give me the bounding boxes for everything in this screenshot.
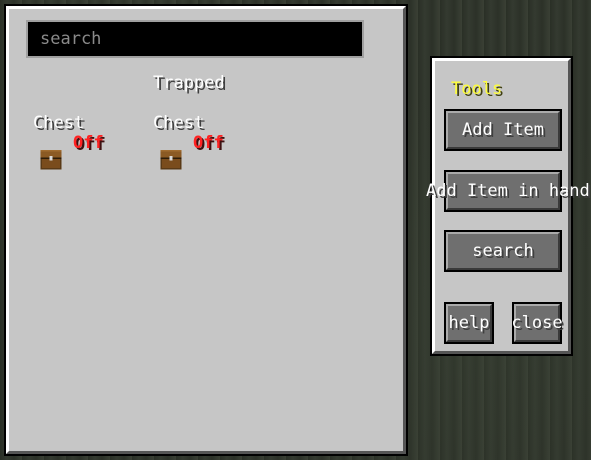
add-item-in-hand-button[interactable]: Add Item in hand: [426, 172, 590, 210]
item-name: Chest: [33, 113, 85, 133]
add-item-button[interactable]: Add Item: [446, 111, 560, 149]
search-button[interactable]: search: [446, 232, 560, 270]
tools-panel: Tools Add Item Add Item in hand search h…: [426, 58, 590, 354]
item-status-off: Off: [73, 133, 104, 153]
tools-title: Tools: [451, 79, 503, 99]
help-button[interactable]: help: [446, 304, 492, 342]
item-name-line2: Chest: [153, 113, 205, 133]
item-status-off: Off: [193, 133, 224, 153]
trapped-chest-icon: [160, 150, 182, 170]
help-button-label: help: [448, 313, 490, 333]
item-name-line1: Trapped: [153, 73, 225, 93]
search-input[interactable]: [26, 20, 364, 58]
chest-icon: [40, 150, 62, 170]
add-item-in-hand-label: Add Item in hand: [426, 181, 590, 201]
add-item-label: Add Item: [462, 120, 544, 140]
close-button-label: close: [511, 313, 563, 333]
close-button[interactable]: close: [511, 304, 563, 342]
item-list-panel: Chest Off Trapped Chest Off: [6, 6, 406, 454]
search-button-label: search: [472, 241, 534, 261]
